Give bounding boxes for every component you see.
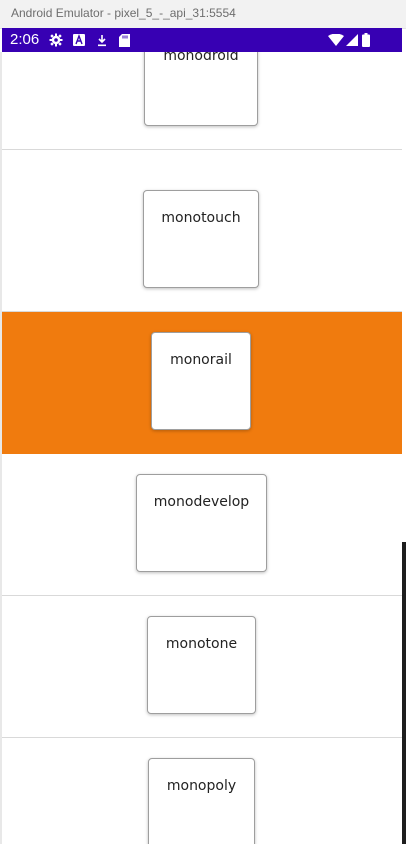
emulator-title-bar[interactable]: Android Emulator - pixel_5_-_api_31:5554 [0, 0, 406, 29]
download-icon [95, 33, 109, 47]
item-label: monopoly [166, 778, 237, 794]
window-title: Android Emulator - pixel_5_-_api_31:5554 [11, 6, 236, 20]
wifi-icon [328, 33, 344, 47]
list-view[interactable]: monodroid monotouch monorail monodevelop… [2, 52, 402, 844]
item-card[interactable]: monotouch [143, 190, 259, 288]
sd-card-icon [117, 33, 131, 47]
list-item-selected[interactable]: monorail [2, 312, 402, 454]
list-item[interactable]: monotone [2, 596, 402, 738]
item-card[interactable]: monopoly [148, 758, 255, 844]
item-label: monodevelop [153, 494, 250, 510]
settings-gear-icon [49, 33, 63, 47]
row-divider [2, 149, 402, 150]
item-card[interactable]: monorail [151, 332, 251, 430]
background-window-edge [402, 542, 406, 844]
item-label: monorail [170, 352, 232, 368]
cell-signal-icon [345, 33, 359, 47]
item-label: monotouch [161, 210, 241, 226]
emulator-frame-right [402, 52, 406, 844]
android-status-bar: 2:06 [2, 28, 402, 52]
list-item[interactable]: monotouch [2, 170, 402, 312]
item-card[interactable]: monodevelop [136, 474, 267, 572]
a-letter-icon [72, 33, 86, 47]
status-time: 2:06 [10, 31, 40, 48]
list-item[interactable]: monopoly [2, 738, 402, 844]
battery-icon [361, 33, 371, 47]
item-label: monodroid [163, 52, 239, 64]
emulator-window: Android Emulator - pixel_5_-_api_31:5554… [0, 0, 406, 844]
list-item[interactable]: monodroid [2, 52, 402, 150]
item-card[interactable]: monodroid [144, 52, 258, 126]
item-card[interactable]: monotone [147, 616, 256, 714]
list-item[interactable]: monodevelop [2, 454, 402, 596]
item-label: monotone [165, 636, 238, 652]
